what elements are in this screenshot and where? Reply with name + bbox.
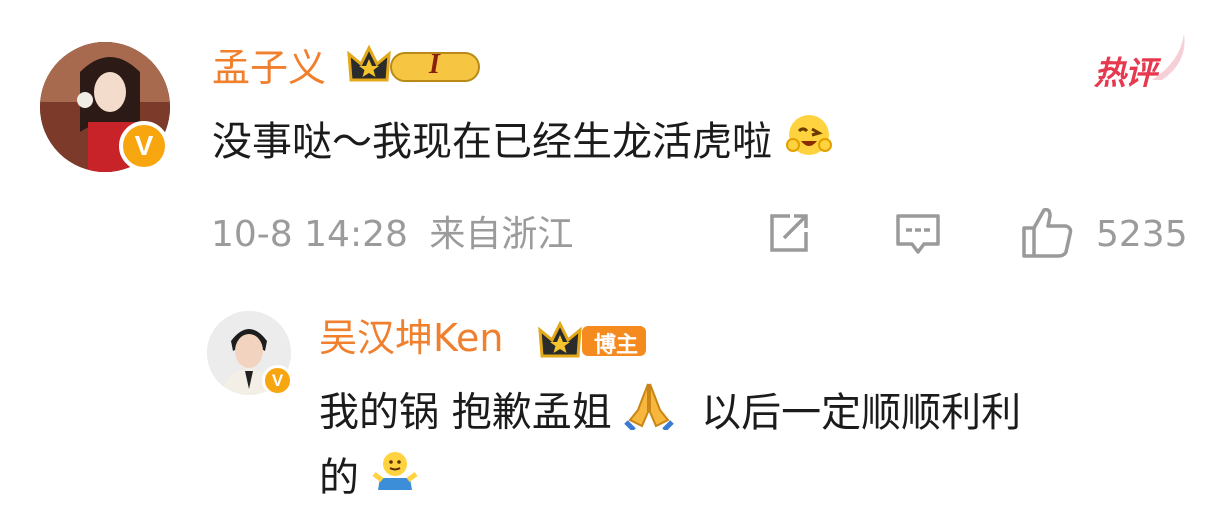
comment-text: 没事哒～我现在已经生龙活虎啦 [212, 110, 833, 178]
crown-level-badge[interactable]: I [345, 42, 485, 92]
folded-hands-emoji [624, 380, 675, 449]
like-count: 5235 [1096, 214, 1188, 255]
verified-v-icon: V [119, 121, 169, 171]
share-button[interactable] [766, 210, 812, 260]
crown-icon [347, 44, 480, 82]
reply-text-part2: 以后一定顺顺利利 [701, 389, 1022, 436]
comment-author-name[interactable]: 孟子义 [212, 44, 326, 92]
reply-text-part3: 的 [319, 455, 359, 501]
location: 来自浙江 [429, 214, 574, 255]
share-icon [770, 214, 808, 252]
hot-swoosh-icon [1152, 34, 1185, 80]
shrug-emoji [372, 448, 418, 513]
thumbs-up-icon [1022, 207, 1073, 258]
level-badge-label: I [429, 49, 440, 80]
comment-meta: 10-8 14:28 来自浙江 [211, 212, 573, 258]
reply-author-name[interactable]: 吴汉坤Ken [319, 314, 504, 362]
reply-button[interactable] [894, 210, 942, 262]
reply-text-line1: 我的锅 抱歉孟姐 以后一定顺顺利利 [319, 380, 1021, 449]
grinning-wink-emoji [785, 111, 833, 178]
like-button[interactable] [1020, 206, 1076, 264]
reply-text-part1: 我的锅 抱歉孟姐 [319, 389, 612, 436]
blogger-badge[interactable]: 博主 [538, 318, 648, 364]
timestamp: 10-8 14:28 [211, 214, 408, 255]
hot-comment-badge: 热评 [1094, 54, 1157, 92]
blogger-badge-label: 博主 [594, 333, 639, 358]
comment-icon [896, 214, 940, 254]
reply-text-line2: 的 [319, 446, 418, 513]
comment-text-body: 没事哒～我现在已经生龙活虎啦 [212, 119, 772, 165]
verified-v-icon: V [262, 365, 293, 396]
